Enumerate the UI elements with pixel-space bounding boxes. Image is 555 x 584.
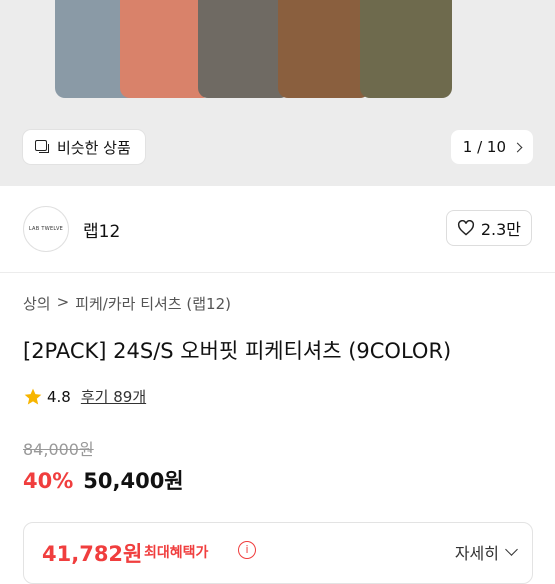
discount-rate: 40%: [23, 469, 74, 493]
price-row: 40% 50,400원: [23, 465, 184, 495]
shirt-image-brown: [278, 0, 370, 98]
breadcrumb-subcategory[interactable]: 피케/카라 티셔츠 (랩12): [75, 293, 231, 314]
brand-logo-text: LAB TWELVE: [28, 226, 64, 232]
breadcrumb-category[interactable]: 상의: [23, 293, 51, 314]
star-icon: [24, 388, 42, 404]
breadcrumb-separator: >: [56, 293, 70, 311]
max-benefit-label: 최대혜택가: [144, 545, 209, 561]
reviews-link[interactable]: 후기 89개: [81, 386, 146, 407]
chevron-right-icon: [512, 142, 523, 152]
product-image-gallery[interactable]: 비슷한 상품 1 / 10: [0, 0, 555, 186]
sale-price: 50,400원: [83, 469, 184, 493]
shirt-image-olive: [360, 0, 452, 98]
info-icon[interactable]: i: [238, 541, 256, 559]
image-pager[interactable]: 1 / 10: [450, 130, 533, 164]
original-price: 84,000원: [23, 440, 94, 459]
product-title: [2PACK] 24S/S 오버핏 피케티셔츠 (9COLOR): [23, 339, 452, 363]
shirt-image-charcoal: [198, 0, 290, 98]
like-button[interactable]: 2.3만: [445, 210, 532, 246]
similar-products-label: 비슷한 상품: [57, 138, 131, 157]
similar-products-button[interactable]: 비슷한 상품: [23, 130, 145, 164]
rating-row: 4.8 후기 89개: [23, 386, 146, 407]
pager-text: 1 / 10: [462, 138, 506, 156]
max-benefit-box[interactable]: 41,782원 최대혜택가 i 자세히: [23, 522, 533, 584]
max-benefit-price: 41,782원: [42, 542, 143, 566]
detail-toggle[interactable]: 자세히: [454, 540, 518, 564]
brand-name[interactable]: 랩12: [83, 217, 120, 242]
similar-items-icon: [35, 140, 50, 154]
heart-icon: [457, 220, 474, 236]
rating-value: 4.8: [47, 387, 71, 406]
breadcrumb: 상의 > 피케/카라 티셔츠 (랩12): [23, 293, 231, 314]
detail-label: 자세히: [454, 544, 499, 563]
chevron-down-icon: [505, 543, 518, 556]
like-count: 2.3만: [480, 220, 521, 239]
brand-logo[interactable]: LAB TWELVE: [23, 206, 69, 252]
brand-row: LAB TWELVE 랩12 2.3만: [0, 186, 555, 273]
